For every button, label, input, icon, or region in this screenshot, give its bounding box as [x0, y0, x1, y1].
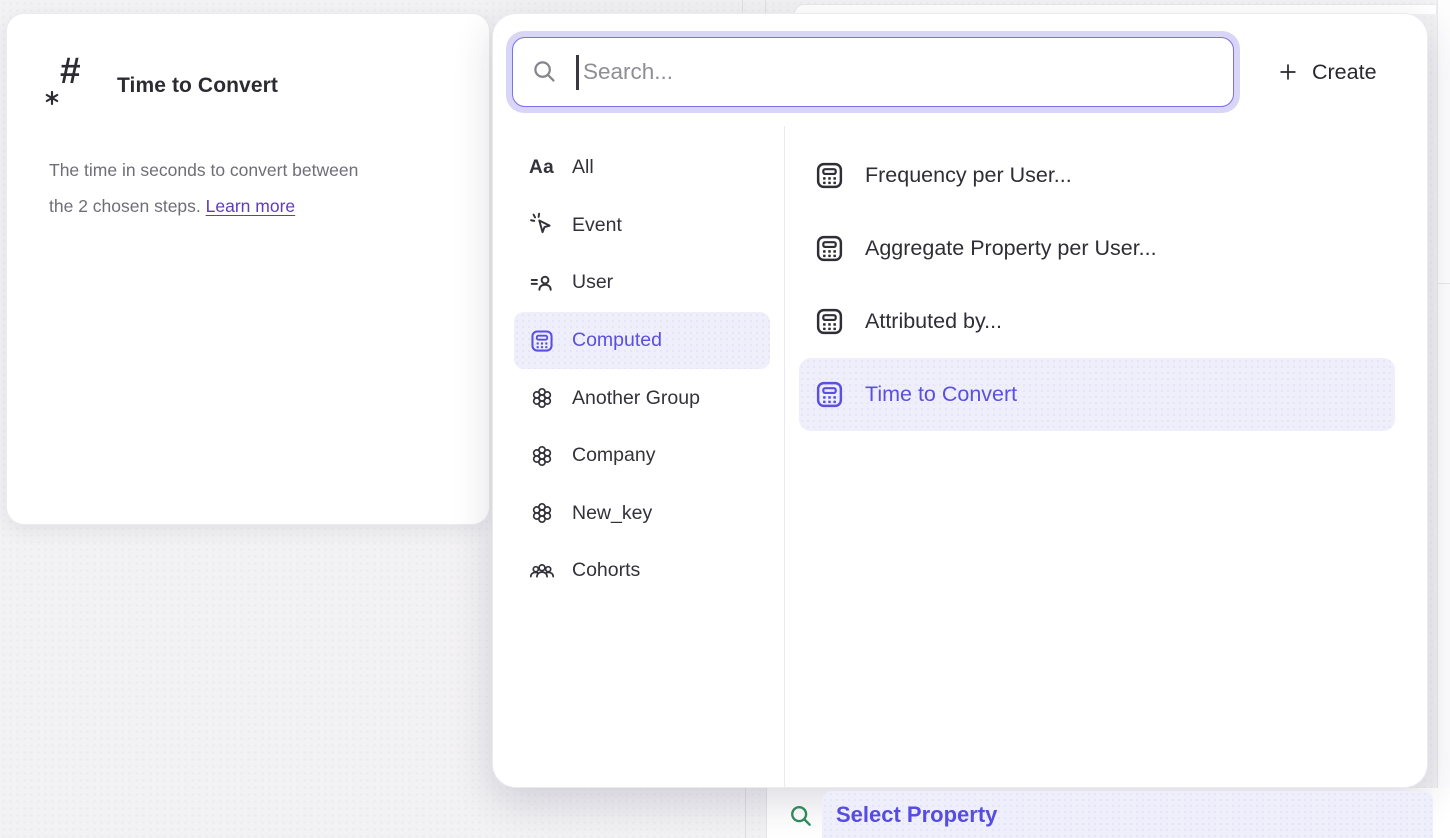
- property-picker-popup: Create Aa All Event User Computed Another Gro…: [492, 13, 1428, 788]
- group-icon: [528, 500, 555, 527]
- category-item-company[interactable]: Company: [514, 427, 770, 485]
- category-item-event[interactable]: Event: [514, 197, 770, 255]
- category-label: Company: [572, 444, 655, 467]
- search-box[interactable]: [512, 37, 1234, 107]
- category-label: Cohorts: [572, 559, 640, 582]
- calculator-icon: [814, 160, 845, 191]
- tooltip-description: The time in seconds to convert between t…: [49, 153, 469, 224]
- category-label: Event: [572, 214, 622, 237]
- calculator-icon: [528, 327, 555, 354]
- category-label: Computed: [572, 329, 662, 352]
- result-item-attributed-by[interactable]: Attributed by...: [799, 285, 1395, 358]
- tooltip-card: # Time to Convert The time in seconds to…: [6, 13, 490, 525]
- category-label: New_key: [572, 502, 652, 525]
- category-item-cohorts[interactable]: Cohorts: [514, 542, 770, 600]
- background-divider: [1437, 283, 1450, 284]
- search-focus-ring: [506, 31, 1240, 113]
- tooltip-title: Time to Convert: [117, 74, 278, 98]
- tooltip-description-line1: The time in seconds to convert between: [49, 153, 469, 189]
- plus-icon: [1277, 61, 1299, 83]
- result-list: Frequency per User... Aggregate Property …: [799, 139, 1395, 431]
- background-panel-right: [1437, 0, 1450, 838]
- category-label: Another Group: [572, 387, 700, 410]
- background-divider: [742, 0, 743, 13]
- cohorts-icon: [528, 557, 555, 584]
- letter-case-icon: Aa: [528, 154, 555, 181]
- calculator-icon: [814, 379, 845, 410]
- background-divider: [765, 0, 766, 13]
- category-label: User: [572, 271, 613, 294]
- calculator-icon: [814, 306, 845, 337]
- hash-star-icon: #: [43, 58, 97, 112]
- panel-divider: [784, 126, 785, 787]
- category-item-user[interactable]: User: [514, 254, 770, 312]
- create-button[interactable]: Create: [1265, 50, 1389, 94]
- select-property-label: Select Property: [836, 802, 997, 828]
- calculator-icon: [814, 233, 845, 264]
- result-item-time-to-convert[interactable]: Time to Convert: [799, 358, 1395, 431]
- user-list-icon: [528, 269, 555, 296]
- learn-more-link[interactable]: Learn more: [206, 196, 296, 216]
- category-item-another-group[interactable]: Another Group: [514, 369, 770, 427]
- tooltip-description-line2: the 2 chosen steps.: [49, 196, 201, 216]
- category-item-all[interactable]: Aa All: [514, 139, 770, 197]
- group-icon: [528, 385, 555, 412]
- category-label: All: [572, 156, 594, 179]
- background-divider: [745, 788, 746, 838]
- result-item-aggregate-property-per-user[interactable]: Aggregate Property per User...: [799, 212, 1395, 285]
- text-caret: [576, 55, 579, 90]
- group-icon: [528, 442, 555, 469]
- search-input[interactable]: [583, 38, 1213, 106]
- result-item-frequency-per-user[interactable]: Frequency per User...: [799, 139, 1395, 212]
- search-icon: [531, 58, 558, 85]
- stage: { "colors": { "accent_purple": "#5a50e0"…: [0, 0, 1450, 838]
- result-label: Frequency per User...: [865, 163, 1072, 188]
- result-label: Aggregate Property per User...: [865, 236, 1157, 261]
- search-icon: [788, 803, 814, 829]
- create-button-label: Create: [1312, 60, 1377, 85]
- result-label: Time to Convert: [865, 382, 1017, 407]
- cursor-click-icon: [528, 212, 555, 239]
- category-item-new-key[interactable]: New_key: [514, 485, 770, 543]
- select-property-field[interactable]: Select Property: [822, 791, 1433, 838]
- category-list: Aa All Event User Computed Another Group Compa…: [514, 139, 770, 600]
- result-label: Attributed by...: [865, 309, 1002, 334]
- category-item-computed[interactable]: Computed: [514, 312, 770, 370]
